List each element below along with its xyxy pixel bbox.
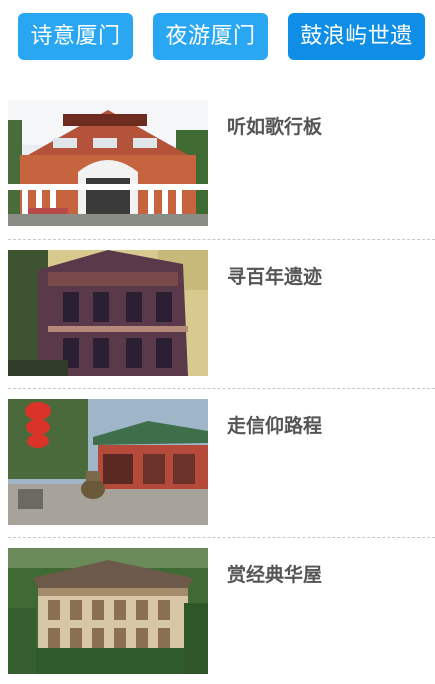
divider [8, 388, 435, 389]
divider [8, 239, 435, 240]
piano-museum-image [8, 100, 208, 226]
article-title: 赏经典华屋 [227, 564, 323, 586]
list-item[interactable]: 听如歌行板 [8, 100, 435, 226]
classic-mansion-image [8, 548, 208, 674]
tab-poetic-xiamen[interactable]: 诗意厦门 [18, 13, 133, 60]
divider [8, 537, 435, 538]
temple-courtyard-image [8, 399, 208, 525]
article-title: 走信仰路程 [227, 415, 323, 437]
historic-villa-image [8, 250, 208, 376]
list-item[interactable]: 走信仰路程 [8, 399, 435, 525]
article-title: 寻百年遗迹 [227, 266, 323, 288]
category-tabs: 诗意厦门 夜游厦门 鼓浪屿世遗 [0, 13, 435, 61]
article-title: 听如歌行板 [227, 116, 323, 138]
tab-night-tour-xiamen[interactable]: 夜游厦门 [153, 13, 268, 60]
tab-gulangyu-heritage[interactable]: 鼓浪屿世遗 [288, 13, 425, 60]
list-item[interactable]: 寻百年遗迹 [8, 250, 435, 376]
list-item[interactable]: 赏经典华屋 [8, 548, 435, 674]
